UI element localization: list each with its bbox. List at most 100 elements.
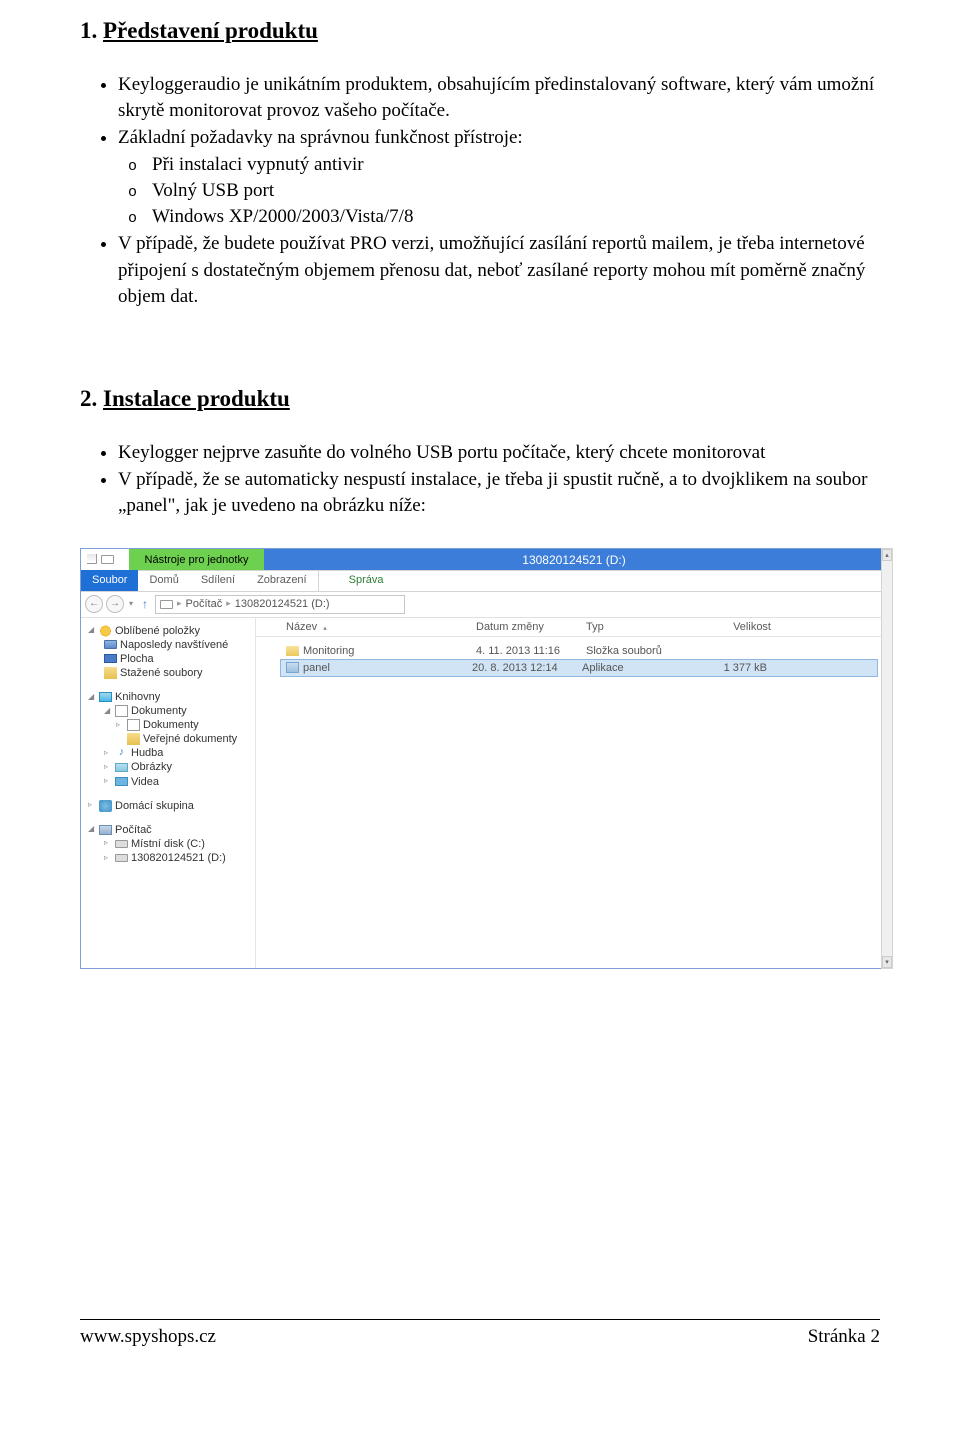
footer-url: www.spyshops.cz [80, 1326, 216, 1348]
nav-pictures[interactable]: ▹ Obrázky [84, 760, 255, 774]
videos-icon [115, 777, 128, 786]
nav-tree: ◢ Oblíbené položky Naposledy navštívené … [81, 618, 256, 968]
scroll-down-icon[interactable]: ▾ [882, 956, 892, 968]
section1-heading: 1. Představení produktu [80, 18, 880, 44]
caret-right-icon: ▹ [104, 763, 112, 772]
file-list: Název ▴ Datum změny Typ Velikost Monitor… [256, 618, 884, 968]
s1-b2-text: Základní požadavky na správnou funkčnost… [118, 127, 523, 148]
vertical-scrollbar[interactable]: ▴ ▾ [881, 548, 893, 969]
section2-title: Instalace produktu [103, 386, 290, 411]
sort-asc-icon: ▴ [323, 625, 327, 632]
nav-music[interactable]: ▹ ♪ Hudba [84, 746, 255, 760]
nav-history-chevron-icon[interactable]: ▾ [127, 600, 135, 609]
downloads-icon [104, 667, 117, 679]
nav-label: Naposledy navštívené [120, 639, 228, 651]
nav-label: Veřejné dokumenty [143, 733, 237, 745]
documents-icon [127, 719, 140, 731]
tab-soubor[interactable]: Soubor [81, 570, 138, 591]
tab-zobrazeni[interactable]: Zobrazení [246, 570, 318, 591]
desktop-icon [104, 654, 117, 663]
chevron-right-icon: ▸ [226, 599, 231, 609]
nav-local-c[interactable]: ▹ Místní disk (C:) [84, 837, 255, 851]
col-size[interactable]: Velikost [701, 621, 781, 633]
nav-libraries[interactable]: ◢ Knihovny [84, 690, 255, 704]
section2-num: 2. [80, 386, 97, 411]
nav-videos[interactable]: ▹ Videa [84, 775, 255, 789]
s1-b3: V případě, že budete používat PRO verzi,… [118, 231, 880, 310]
nav-label: Dokumenty [131, 705, 187, 717]
nav-back-button[interactable]: ← [85, 595, 103, 613]
caret-right-icon: ▹ [104, 777, 112, 786]
column-headers: Název ▴ Datum změny Typ Velikost [256, 618, 884, 637]
hdd-icon [115, 840, 128, 848]
scroll-up-icon[interactable]: ▴ [882, 549, 892, 561]
file-size: 1 377 kB [697, 662, 777, 674]
recent-icon [104, 640, 117, 649]
tab-domu[interactable]: Domů [138, 570, 189, 591]
col-date[interactable]: Datum změny [476, 621, 586, 633]
s1-b2: Základní požadavky na správnou funkčnost… [118, 125, 880, 230]
nav-label: Videa [131, 776, 159, 788]
s1-b1: Keyloggeraudio je unikátním produktem, o… [118, 72, 880, 124]
nav-documents[interactable]: ◢ Dokumenty [84, 704, 255, 718]
nav-label: Plocha [120, 653, 154, 665]
nav-homegroup[interactable]: ▹ Domácí skupina [84, 799, 255, 813]
tab-sprava[interactable]: Správa [318, 570, 395, 591]
caret-down-icon: ◢ [104, 707, 112, 716]
drive-icon [160, 600, 173, 609]
breadcrumb[interactable]: ▸ Počítač ▸ 130820124521 (D:) [155, 595, 405, 614]
ribbon-tabs: Soubor Domů Sdílení Zobrazení Správa [81, 571, 884, 592]
footer-page: Stránka 2 [808, 1326, 880, 1348]
caret-right-icon: ▹ [88, 801, 96, 810]
window-menu-icon[interactable] [87, 554, 97, 564]
col-name[interactable]: Název ▴ [286, 621, 476, 633]
section2-heading: 2. Instalace produktu [80, 386, 880, 412]
s1-b2c: Windows XP/2000/2003/Vista/7/8 [152, 204, 880, 230]
contextual-tab-label: Nástroje pro jednotky [129, 549, 264, 570]
crumb-drive[interactable]: 130820124521 (D:) [235, 598, 330, 610]
s1-b2b: Volný USB port [152, 178, 880, 204]
computer-icon [99, 825, 112, 835]
nav-up-button[interactable]: ↑ [138, 598, 152, 611]
s2-b1: Keylogger nejprve zasuňte do volného USB… [118, 440, 880, 466]
file-date: 4. 11. 2013 11:16 [476, 645, 586, 657]
col-name-label: Název [286, 621, 317, 633]
explorer-titlebar: Nástroje pro jednotky 130820124521 (D:) [81, 549, 884, 571]
nav-documents-sub[interactable]: ▹ Dokumenty [84, 718, 255, 732]
nav-computer[interactable]: ◢ Počítač [84, 823, 255, 837]
tab-sdileni[interactable]: Sdílení [190, 570, 246, 591]
nav-label: Domácí skupina [115, 800, 194, 812]
file-row-panel[interactable]: panel 20. 8. 2013 12:14 Aplikace 1 377 k… [280, 659, 878, 677]
nav-label: Hudba [131, 747, 163, 759]
nav-desktop[interactable]: Plocha [84, 652, 255, 666]
page-footer: www.spyshops.cz Stránka 2 [80, 1326, 880, 1348]
nav-downloads[interactable]: Stažené soubory [84, 666, 255, 680]
address-bar: ← → ▾ ↑ ▸ Počítač ▸ 130820124521 (D:) [81, 592, 884, 618]
crumb-computer[interactable]: Počítač [186, 598, 223, 610]
nav-label: Místní disk (C:) [131, 838, 205, 850]
nav-drive-d[interactable]: ▹ 130820124521 (D:) [84, 851, 255, 865]
caret-right-icon: ▹ [104, 749, 112, 758]
col-type[interactable]: Typ [586, 621, 701, 633]
folder-icon [286, 646, 299, 656]
nav-recent[interactable]: Naposledy navštívené [84, 638, 255, 652]
nav-favorites[interactable]: ◢ Oblíbené položky [84, 624, 255, 638]
section2-list: Keylogger nejprve zasuňte do volného USB… [80, 440, 880, 520]
file-name: panel [303, 662, 330, 674]
star-icon [99, 625, 112, 637]
documents-icon [115, 705, 128, 717]
file-row-monitoring[interactable]: Monitoring 4. 11. 2013 11:16 Složka soub… [266, 643, 884, 659]
file-name: Monitoring [303, 645, 354, 657]
caret-right-icon: ▹ [104, 854, 112, 863]
drive-icon [101, 555, 114, 564]
nav-label: 130820124521 (D:) [131, 852, 226, 864]
footer-separator [80, 1319, 880, 1320]
music-icon: ♪ [115, 747, 128, 759]
nav-forward-button[interactable]: → [106, 595, 124, 613]
explorer-screenshot: Nástroje pro jednotky 130820124521 (D:) … [80, 548, 880, 969]
nav-label: Stažené soubory [120, 667, 203, 679]
nav-public-docs[interactable]: ▹ Veřejné dokumenty [84, 732, 255, 746]
libraries-icon [99, 692, 112, 702]
nav-label: Dokumenty [143, 719, 199, 731]
pictures-icon [115, 763, 128, 772]
